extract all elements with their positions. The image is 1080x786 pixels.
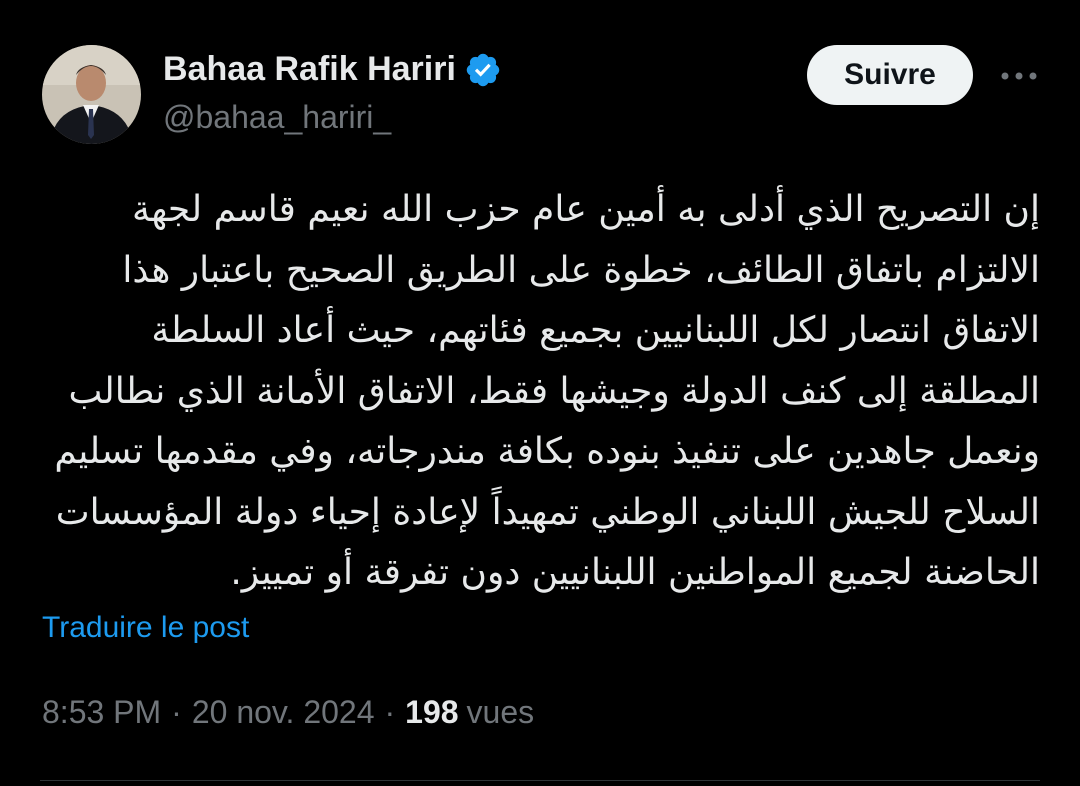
meta-separator: · [384,694,396,730]
ellipsis-icon [1001,72,1037,80]
follow-button[interactable]: Suivre [807,45,973,105]
avatar-photo [42,45,141,144]
views-label: vues [466,694,535,730]
views-count: 198 [405,694,459,730]
tweet-meta: 8:53 PM · 20 nov. 2024 · 198 vues [42,694,534,731]
divider [40,780,1040,781]
tweet-text: إن التصريح الذي أدلى به أمين عام حزب الل… [40,180,1040,604]
post-time[interactable]: 8:53 PM [42,694,161,731]
author-handle[interactable]: @bahaa_hariri_ [163,99,391,136]
author-name-text: Bahaa Rafik Hariri [163,50,456,88]
tweet-line: الاتفاق انتصار لكل اللبنانيين بجميع فئات… [151,310,1040,351]
avatar[interactable] [42,45,141,144]
meta-separator: · [171,694,182,730]
more-options-button[interactable] [997,56,1041,96]
tweet-line: إن التصريح الذي أدلى به أمين عام حزب الل… [132,189,1040,230]
tweet-line: الحاضنة لجميع المواطنين اللبنانيين دون ت… [230,552,1040,593]
tweet-line: الالتزام باتفاق الطائف، خطوة على الطريق … [122,249,1040,291]
tweet-line: المطلقة إلى كنف الدولة وجيشها فقط، الاتف… [68,370,1040,412]
translate-post-link[interactable]: Traduire le post [42,611,249,645]
verified-badge-icon [464,51,502,89]
tweet-line: ونعمل جاهدين على تنفيذ بنوده بكافة مندرج… [54,431,1040,472]
author-name[interactable]: Bahaa Rafik Hariri [163,50,502,89]
post-date[interactable]: 20 nov. 2024 [192,694,375,731]
tweet-line: السلاح للجيش اللبناني الوطني تمهيداً لإع… [55,491,1040,533]
